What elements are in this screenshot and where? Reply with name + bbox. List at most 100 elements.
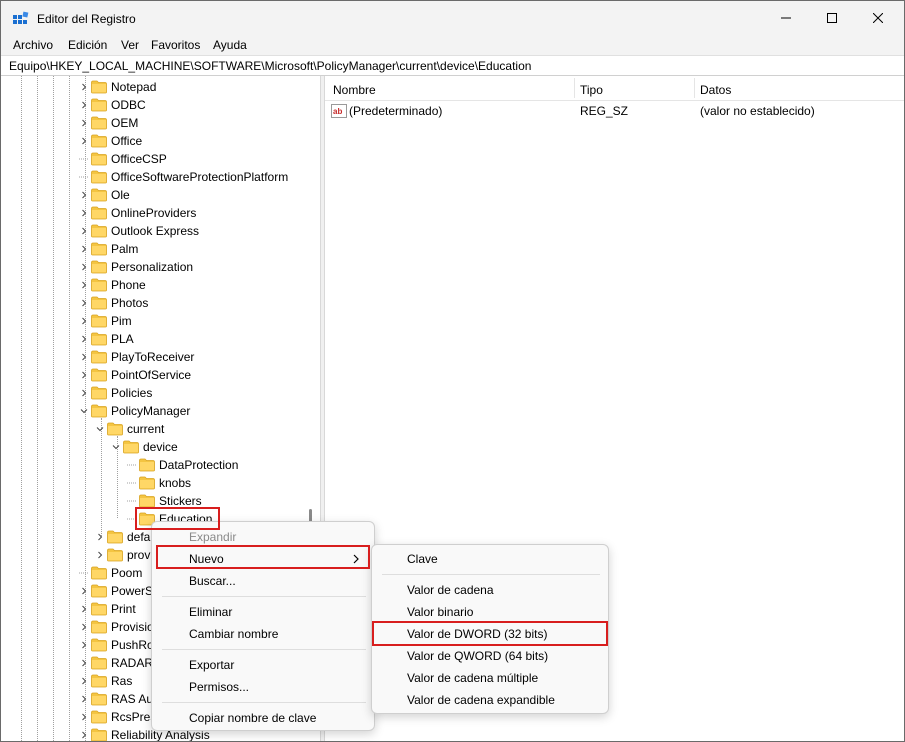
chevron-down-icon[interactable] <box>79 402 89 420</box>
submenu-item-valor-qword[interactable]: Valor de QWORD (64 bits) <box>407 649 548 663</box>
chevron-right-icon[interactable] <box>79 654 89 672</box>
tree-item[interactable]: device <box>111 438 178 456</box>
tree-item[interactable]: PushRo <box>79 636 154 654</box>
tree-item[interactable]: RcsPres <box>79 708 156 726</box>
chevron-right-icon[interactable] <box>79 78 89 96</box>
menu-item-eliminar[interactable]: Eliminar <box>189 605 232 619</box>
chevron-right-icon[interactable] <box>95 546 105 564</box>
submenu-item-valor-cadena[interactable]: Valor de cadena <box>407 583 494 597</box>
menu-ayuda[interactable]: Ayuda <box>213 38 247 52</box>
column-nombre[interactable]: Nombre <box>333 83 376 97</box>
chevron-right-icon[interactable] <box>79 222 89 240</box>
address-bar[interactable]: Equipo\HKEY_LOCAL_MACHINE\SOFTWARE\Micro… <box>1 55 904 76</box>
menu-favoritos[interactable]: Favoritos <box>151 38 200 52</box>
chevron-right-icon[interactable] <box>79 600 89 618</box>
tree-item[interactable]: RADAR <box>79 654 153 672</box>
tree-item[interactable]: PlayToReceiver <box>79 348 194 366</box>
chevron-right-icon[interactable] <box>79 672 89 690</box>
chevron-right-icon[interactable] <box>79 348 89 366</box>
chevron-right-icon[interactable] <box>79 384 89 402</box>
folder-icon <box>91 584 107 598</box>
tree-item[interactable]: Poom <box>79 564 142 582</box>
tree-item[interactable]: defa <box>95 528 150 546</box>
chevron-right-icon[interactable] <box>79 726 89 741</box>
tree-item[interactable]: OfficeCSP <box>79 150 167 168</box>
tree-item[interactable]: Policies <box>79 384 152 402</box>
submenu-item-valor-cadena-expandible[interactable]: Valor de cadena expandible <box>407 693 555 707</box>
tree-item[interactable]: Palm <box>79 240 138 258</box>
chevron-right-icon[interactable] <box>79 276 89 294</box>
tree-item[interactable]: Ole <box>79 186 130 204</box>
menu-item-buscar[interactable]: Buscar... <box>189 574 236 588</box>
folder-icon <box>91 134 107 148</box>
maximize-button[interactable] <box>809 1 855 35</box>
chevron-right-icon[interactable] <box>79 294 89 312</box>
menu-item-copiar-nombre[interactable]: Copiar nombre de clave <box>189 711 316 725</box>
submenu-item-clave[interactable]: Clave <box>407 552 438 566</box>
tree-item[interactable]: RAS Au <box>79 690 153 708</box>
tree-item[interactable]: prov <box>95 546 150 564</box>
submenu-item-valor-binario[interactable]: Valor binario <box>407 605 473 619</box>
chevron-right-icon[interactable] <box>79 240 89 258</box>
tree-item[interactable]: DataProtection <box>127 456 238 474</box>
tree-item[interactable]: Notepad <box>79 78 156 96</box>
chevron-right-icon[interactable] <box>79 366 89 384</box>
tree-item[interactable]: PolicyManager <box>79 402 190 420</box>
column-tipo[interactable]: Tipo <box>580 83 603 97</box>
menu-archivo[interactable]: Archivo <box>13 38 53 52</box>
tree-item[interactable]: OnlineProviders <box>79 204 196 222</box>
chevron-right-icon[interactable] <box>79 132 89 150</box>
tree-item[interactable]: Provisio <box>79 618 154 636</box>
title-bar[interactable]: Editor del Registro <box>1 1 904 35</box>
chevron-right-icon[interactable] <box>79 582 89 600</box>
tree-item[interactable]: Ras <box>79 672 132 690</box>
folder-icon <box>91 188 107 202</box>
tree-item[interactable]: Personalization <box>79 258 193 276</box>
menu-ver[interactable]: Ver <box>121 38 139 52</box>
tree-item[interactable]: PLA <box>79 330 134 348</box>
tree-item[interactable]: ODBC <box>79 96 146 114</box>
tree-item[interactable]: Outlook Express <box>79 222 199 240</box>
menu-item-exportar[interactable]: Exportar <box>189 658 234 672</box>
tree-item[interactable]: OEM <box>79 114 138 132</box>
tree-item[interactable]: PointOfService <box>79 366 191 384</box>
chevron-right-icon[interactable] <box>95 528 105 546</box>
chevron-right-icon[interactable] <box>79 636 89 654</box>
tree-item[interactable]: Print <box>79 600 136 618</box>
tree-item-label: OfficeCSP <box>111 152 167 166</box>
tree-item[interactable]: Photos <box>79 294 148 312</box>
chevron-right-icon[interactable] <box>79 690 89 708</box>
chevron-right-icon[interactable] <box>79 96 89 114</box>
tree-item-label: DataProtection <box>159 458 239 472</box>
chevron-right-icon[interactable] <box>79 708 89 726</box>
tree-item-label: Phone <box>111 278 146 292</box>
tree-item[interactable]: PowerS <box>79 582 153 600</box>
close-button[interactable] <box>855 1 901 35</box>
chevron-right-icon[interactable] <box>79 114 89 132</box>
chevron-down-icon[interactable] <box>95 420 105 438</box>
menu-item-permisos[interactable]: Permisos... <box>189 680 249 694</box>
chevron-right-icon[interactable] <box>79 258 89 276</box>
submenu-item-valor-cadena-multiple[interactable]: Valor de cadena múltiple <box>407 671 538 685</box>
tree-item[interactable]: Phone <box>79 276 146 294</box>
column-datos[interactable]: Datos <box>700 83 731 97</box>
menu-item-cambiar-nombre[interactable]: Cambiar nombre <box>189 627 278 641</box>
tree-item[interactable]: Pim <box>79 312 132 330</box>
chevron-right-icon[interactable] <box>79 186 89 204</box>
minimize-button[interactable] <box>763 1 809 35</box>
tree-item[interactable]: knobs <box>127 474 191 492</box>
chevron-down-icon[interactable] <box>111 438 121 456</box>
chevron-right-icon[interactable] <box>79 204 89 222</box>
chevron-right-icon[interactable] <box>79 330 89 348</box>
chevron-right-icon[interactable] <box>79 312 89 330</box>
chevron-right-icon[interactable] <box>79 618 89 636</box>
address-path[interactable]: Equipo\HKEY_LOCAL_MACHINE\SOFTWARE\Micro… <box>9 59 531 73</box>
menu-edicion[interactable]: Edición <box>68 38 107 52</box>
menu-item-expandir[interactable]: Expandir <box>189 530 236 544</box>
tree-item[interactable]: current <box>95 420 164 438</box>
tree-item[interactable]: Office <box>79 132 142 150</box>
tree-item[interactable]: OfficeSoftwareProtectionPlatform <box>79 168 288 186</box>
highlight-dword <box>372 621 608 646</box>
list-item[interactable]: ab (Predeterminado) REG_SZ (valor no est… <box>325 102 904 120</box>
value-data: (valor no establecido) <box>700 104 815 118</box>
